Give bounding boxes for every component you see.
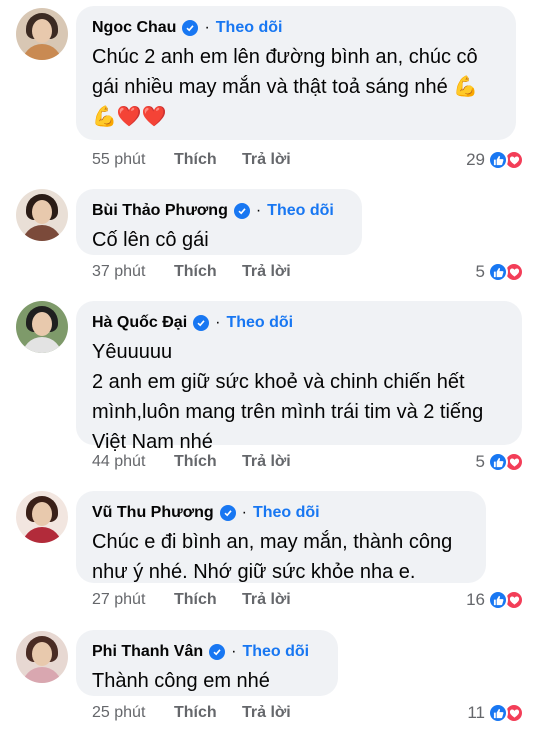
reaction-summary[interactable]: 16 xyxy=(466,590,524,610)
reaction-summary[interactable]: 5 xyxy=(476,452,524,472)
follow-button[interactable]: Theo dõi xyxy=(226,314,293,332)
verified-badge-icon xyxy=(182,20,199,36)
verified-badge-icon xyxy=(233,203,250,219)
timestamp[interactable]: 44 phút xyxy=(92,453,174,471)
like-reaction-icon xyxy=(488,703,508,723)
separator-dot: · xyxy=(241,504,247,521)
like-reaction-icon xyxy=(488,150,508,170)
like-button[interactable]: Thích xyxy=(174,453,242,471)
author-name[interactable]: Ngoc Chau xyxy=(92,19,176,37)
author-name[interactable]: Hà Quốc Đại xyxy=(92,314,187,332)
like-button[interactable]: Thích xyxy=(174,151,242,169)
separator-dot: · xyxy=(255,202,262,219)
avatar[interactable] xyxy=(16,631,68,683)
reaction-count: 5 xyxy=(475,262,485,281)
comment-bubble: Bùi Thảo Phương · Theo dõi Cố lên cô gái xyxy=(76,189,362,255)
reply-button[interactable]: Trả lời xyxy=(242,263,291,281)
reaction-summary[interactable]: 11 xyxy=(467,703,524,723)
timestamp[interactable]: 25 phút xyxy=(92,704,174,722)
reaction-count: 11 xyxy=(467,703,485,722)
like-reaction-icon xyxy=(488,590,508,610)
follow-button[interactable]: Theo dõi xyxy=(216,19,283,37)
follow-button[interactable]: Theo dõi xyxy=(267,202,334,220)
reaction-count: 29 xyxy=(466,150,485,169)
reply-button[interactable]: Trả lời xyxy=(242,453,291,471)
follow-button[interactable]: Theo dõi xyxy=(253,504,320,522)
like-button[interactable]: Thích xyxy=(174,263,242,281)
like-button[interactable]: Thích xyxy=(174,704,242,722)
reply-button[interactable]: Trả lời xyxy=(242,151,291,169)
avatar[interactable] xyxy=(16,8,68,60)
timestamp[interactable]: 27 phút xyxy=(92,591,174,609)
comment-actions: 44 phút Thích Trả lời 5 xyxy=(92,451,524,473)
separator-dot: · xyxy=(204,19,210,36)
separator-dot: · xyxy=(231,643,237,660)
comment-text: Cố lên cô gái xyxy=(92,229,209,251)
comment-bubble: Phi Thanh Vân · Theo dõi Thành công em n… xyxy=(76,630,338,696)
reply-button[interactable]: Trả lời xyxy=(242,704,291,722)
avatar[interactable] xyxy=(16,189,68,241)
comment-text: Yêuuuuu 2 anh em giữ sức khoẻ và chinh c… xyxy=(92,341,484,453)
reaction-count: 5 xyxy=(475,452,485,471)
comment-bubble: Ngoc Chau · Theo dõi Chúc 2 anh em lên đ… xyxy=(76,6,516,140)
separator-dot: · xyxy=(215,314,221,331)
comment-actions: 37 phút Thích Trả lời 5 xyxy=(92,261,524,283)
verified-badge-icon xyxy=(209,644,226,660)
like-reaction-icon xyxy=(488,262,508,282)
avatar[interactable] xyxy=(16,301,68,353)
comment-text: Chúc e đi bình an, may mắn, thành công n… xyxy=(92,531,453,583)
verified-badge-icon xyxy=(219,505,236,521)
comment-actions: 27 phút Thích Trả lời 16 xyxy=(92,589,524,611)
timestamp[interactable]: 55 phút xyxy=(92,151,174,169)
author-name[interactable]: Bùi Thảo Phương xyxy=(92,202,228,220)
comment-text: Thành công em nhé xyxy=(92,670,270,692)
comment-actions: 55 phút Thích Trả lời 29 xyxy=(92,149,524,171)
like-reaction-icon xyxy=(488,452,508,472)
reply-button[interactable]: Trả lời xyxy=(242,591,291,609)
comment-bubble: Vũ Thu Phương · Theo dõi Chúc e đi bình … xyxy=(76,491,486,583)
avatar[interactable] xyxy=(16,491,68,543)
timestamp[interactable]: 37 phút xyxy=(92,263,174,281)
reaction-summary[interactable]: 29 xyxy=(466,150,524,170)
verified-badge-icon xyxy=(193,315,210,331)
comment-text: Chúc 2 anh em lên đường bình an, chúc cô… xyxy=(92,46,479,128)
comment-bubble: Hà Quốc Đại · Theo dõi Yêuuuuu 2 anh em … xyxy=(76,301,522,453)
comment-actions: 25 phút Thích Trả lời 11 xyxy=(92,702,524,724)
author-name[interactable]: Vũ Thu Phương xyxy=(92,504,214,522)
author-name[interactable]: Phi Thanh Vân xyxy=(92,643,203,661)
reaction-count: 16 xyxy=(466,590,485,609)
like-button[interactable]: Thích xyxy=(174,591,242,609)
reaction-summary[interactable]: 5 xyxy=(476,262,524,282)
follow-button[interactable]: Theo dõi xyxy=(242,643,309,661)
